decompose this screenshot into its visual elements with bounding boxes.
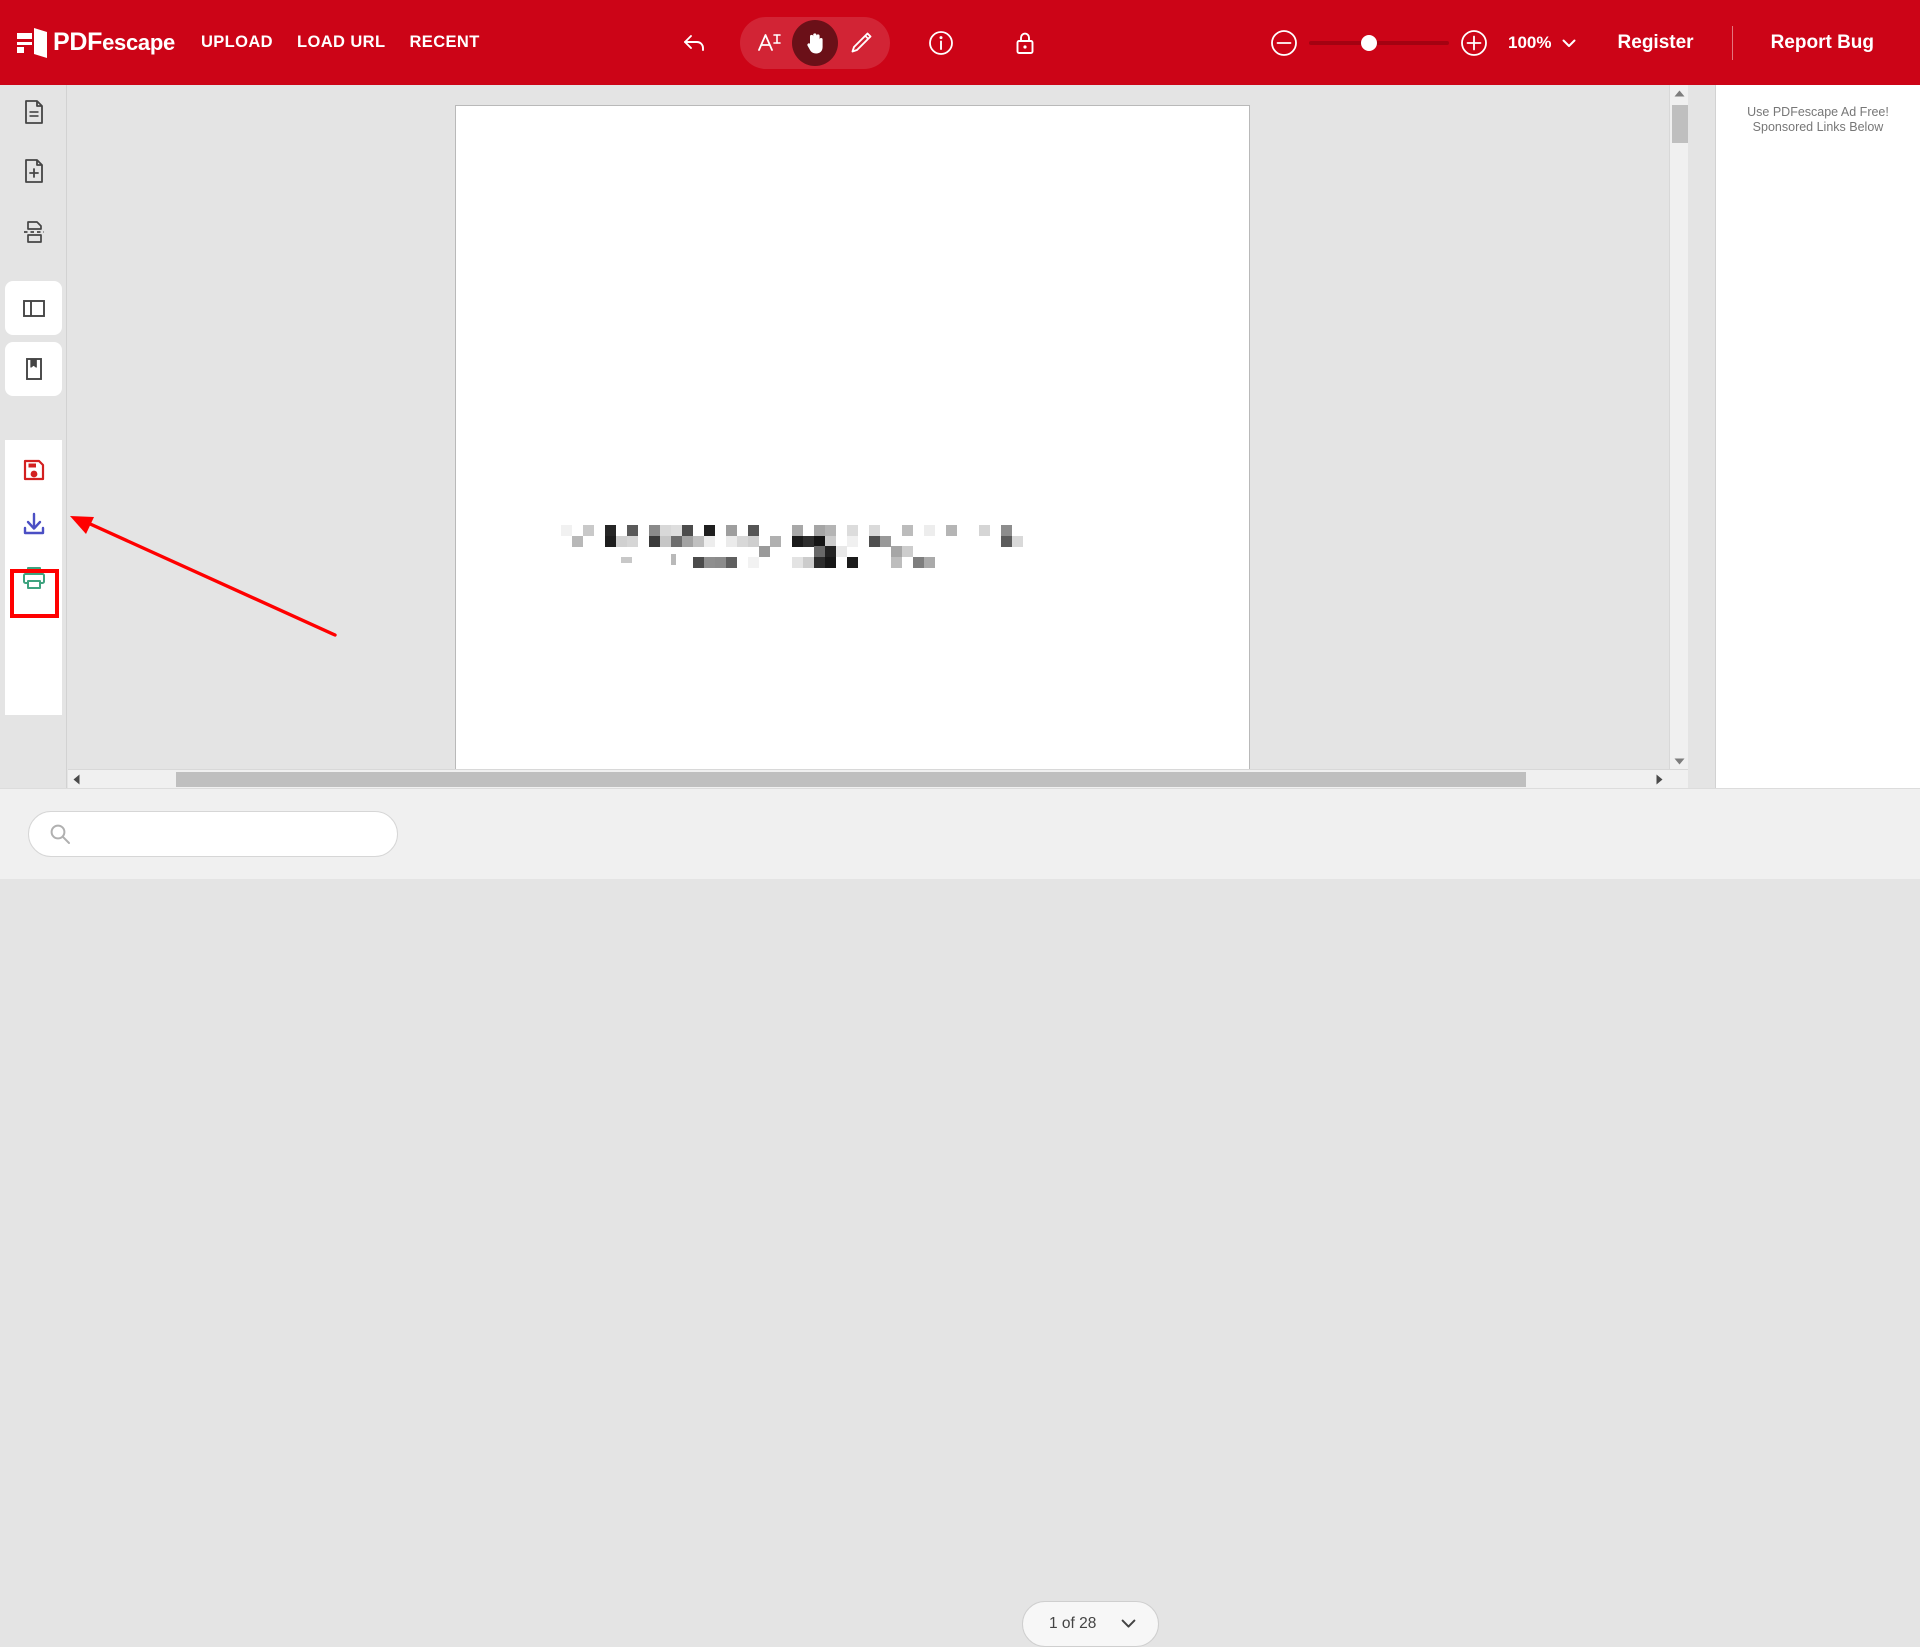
app-logo[interactable]: PDFescape [14, 28, 175, 58]
register-button[interactable]: Register [1618, 32, 1694, 54]
pdfescape-logo-icon [14, 28, 48, 58]
download-icon [20, 510, 48, 538]
scroll-right-button[interactable] [1651, 770, 1668, 789]
pdf-page[interactable] [455, 105, 1250, 770]
scroll-left-arrow-icon [73, 774, 80, 785]
scroll-up-button[interactable] [1670, 85, 1689, 102]
pencil-tool-icon [848, 30, 874, 56]
app-header: PDFescape UPLOAD LOAD URL RECENT [0, 0, 1920, 85]
hand-tool-button[interactable] [792, 20, 838, 66]
editor-toolbar [672, 0, 1048, 85]
document-add-icon [20, 157, 48, 185]
nav-upload[interactable]: UPLOAD [201, 33, 273, 52]
hand-tool-icon [802, 30, 828, 56]
info-button[interactable] [918, 20, 964, 66]
undo-button[interactable] [672, 20, 718, 66]
save-disk-icon [20, 456, 48, 484]
scroll-down-arrow-icon [1674, 758, 1685, 765]
undo-icon [682, 30, 708, 56]
app-logo-text: PDFescape [53, 30, 175, 55]
sidebar-item-split-page[interactable] [5, 205, 62, 259]
vertical-scroll-thumb[interactable] [1672, 105, 1688, 143]
zoom-in-button[interactable] [1460, 29, 1488, 57]
document-canvas[interactable] [68, 85, 1688, 788]
zoom-slider[interactable] [1309, 41, 1449, 45]
nav-recent[interactable]: RECENT [409, 33, 479, 52]
zoom-slider-knob[interactable] [1361, 35, 1377, 51]
horizontal-scroll-thumb[interactable] [176, 772, 1526, 787]
printer-icon [20, 564, 48, 592]
lock-button[interactable] [1002, 20, 1048, 66]
pencil-tool-button[interactable] [838, 20, 884, 66]
zoom-out-button[interactable] [1270, 29, 1298, 57]
search-input[interactable] [83, 826, 379, 843]
ad-line-1: Use PDFescape Ad Free! [1716, 105, 1920, 120]
ad-line-2: Sponsored Links Below [1716, 120, 1920, 135]
zoom-level-value[interactable]: 100% [1508, 33, 1576, 53]
text-tool-button[interactable] [746, 20, 792, 66]
zoom-level-text: 100% [1508, 33, 1551, 52]
lock-icon [1011, 29, 1039, 57]
document-split-icon [20, 218, 48, 246]
sidebar-panel-icon [20, 294, 48, 322]
canvas-vertical-scrollbar[interactable] [1669, 85, 1688, 770]
document-page-icon [20, 98, 48, 126]
sidebar-item-download[interactable] [5, 497, 62, 551]
page-selector-label: 1 of 28 [1049, 1615, 1096, 1633]
search-icon [49, 823, 71, 845]
header-actions: Register Report Bug [1618, 0, 1920, 85]
scroll-down-button[interactable] [1670, 753, 1689, 770]
bottom-bar: 1 of 28 [0, 788, 1920, 879]
zoom-controls: 100% [1270, 0, 1576, 85]
sidebar-item-page-view[interactable] [5, 85, 62, 139]
info-icon [927, 29, 955, 57]
logo-text-bold: PDF [53, 28, 102, 56]
scroll-left-button[interactable] [68, 770, 85, 789]
chevron-down-icon[interactable] [1562, 39, 1576, 48]
text-tool-icon [756, 30, 782, 56]
redacted-document-text [561, 521, 1101, 576]
search-box[interactable] [28, 811, 398, 857]
chevron-down-icon[interactable] [1121, 1619, 1136, 1629]
logo-text-light: escape [102, 30, 175, 55]
header-action-divider [1732, 26, 1733, 60]
page-selector[interactable]: 1 of 28 [1022, 1601, 1159, 1647]
report-bug-button[interactable]: Report Bug [1771, 32, 1874, 54]
sidebar-item-insert-page[interactable] [5, 144, 62, 198]
scroll-up-arrow-icon [1674, 90, 1685, 97]
sidebar-item-print[interactable] [5, 551, 62, 605]
canvas-horizontal-scrollbar[interactable] [68, 769, 1688, 788]
sidebar-item-save[interactable] [5, 443, 62, 497]
tool-selector-group [740, 17, 890, 69]
ad-panel-text: Use PDFescape Ad Free! Sponsored Links B… [1716, 85, 1920, 135]
sidebar-item-bookmarks[interactable] [5, 342, 62, 396]
scroll-right-arrow-icon [1656, 774, 1663, 785]
left-toolbar [0, 85, 67, 788]
ad-panel: Use PDFescape Ad Free! Sponsored Links B… [1715, 85, 1920, 788]
nav-load-url[interactable]: LOAD URL [297, 33, 385, 52]
sidebar-item-toggle-panel[interactable] [5, 281, 62, 335]
bookmark-icon [20, 355, 48, 383]
